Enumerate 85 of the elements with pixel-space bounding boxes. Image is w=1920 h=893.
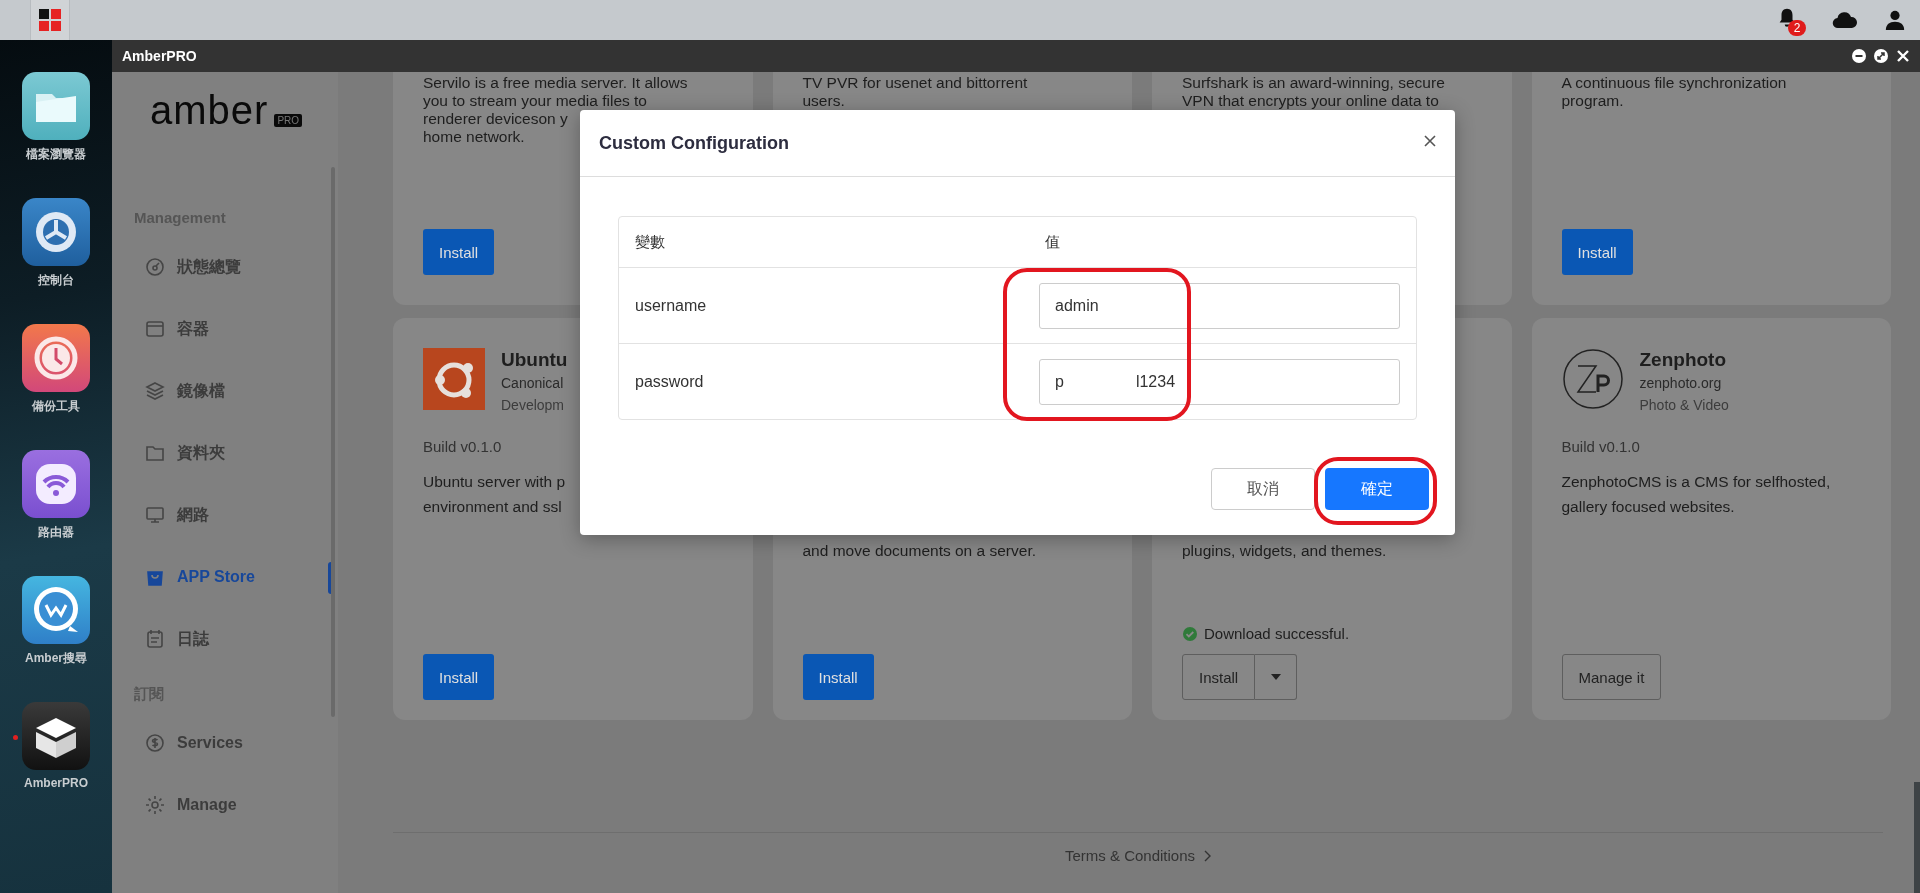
dock-app[interactable]: 路由器: [0, 450, 112, 541]
layers-icon: [145, 381, 165, 401]
minimize-icon: [1852, 49, 1866, 63]
description-line: home network.: [423, 128, 525, 146]
notification-badge: 2: [1788, 20, 1806, 36]
description-line: gallery focused websites.: [1561, 497, 1735, 517]
description-line: and move documents on a server.: [802, 541, 1036, 561]
dock-app[interactable]: 檔案瀏覽器: [0, 72, 112, 163]
dialog-title: Custom Configuration: [599, 132, 789, 154]
cancel-button[interactable]: 取消: [1211, 468, 1315, 510]
variable-name: username: [634, 296, 708, 315]
app-logo-icon: [423, 348, 485, 410]
description-line: you to stream your media files to: [423, 92, 647, 110]
dollar-icon: [145, 733, 165, 753]
close-icon: [1424, 135, 1436, 147]
description-line: plugins, widgets, and themes.: [1182, 541, 1387, 561]
build-version: Build v0.1.0: [1561, 438, 1641, 455]
notifications-button[interactable]: 2: [1776, 7, 1806, 37]
dock-app[interactable]: AmberPRO: [0, 702, 112, 790]
chevron-right-icon: [1203, 849, 1212, 862]
manage-button[interactable]: Manage it: [1561, 654, 1662, 700]
confirm-button[interactable]: 確定: [1325, 468, 1429, 510]
install-button[interactable]: Install: [802, 654, 874, 700]
description-line: Servilo is a free media server. It allows: [423, 74, 688, 92]
column-header: 值: [1044, 232, 1061, 252]
sidebar-item[interactable]: Services: [112, 712, 338, 774]
description-line: A continuous file synchronization: [1561, 74, 1787, 92]
app-publisher: Canonical: [501, 374, 565, 393]
cloud-icon: [1832, 10, 1858, 30]
app-publisher: zenphoto.org: [1639, 374, 1723, 393]
user-button[interactable]: [1884, 9, 1906, 31]
user-icon: [1884, 9, 1906, 31]
inbox-icon: [145, 319, 165, 339]
dock-app[interactable]: 備份工具: [0, 324, 112, 415]
build-version: Build v0.1.0: [423, 438, 503, 455]
sidebar-item[interactable]: 日誌: [112, 608, 338, 670]
app-category: Photo & Video: [1639, 396, 1729, 415]
description-line: Ubuntu server with p: [423, 472, 566, 492]
download-status: Download successful.: [1204, 625, 1350, 642]
caret-icon: [1270, 674, 1281, 680]
terms-link[interactable]: Terms & Conditions: [1064, 847, 1212, 864]
restore-button[interactable]: [1874, 49, 1888, 63]
notepad-icon: [145, 629, 165, 649]
restore-icon: [1874, 49, 1888, 63]
install-button[interactable]: Install: [423, 229, 495, 275]
window-title: AmberPRO: [122, 48, 197, 64]
sidebar-item[interactable]: Manage: [112, 774, 338, 836]
column-header: 變數: [634, 232, 666, 252]
description-line: users.: [802, 92, 845, 110]
description-line: VPN that encrypts your online data to: [1182, 92, 1439, 110]
minimize-button[interactable]: [1852, 49, 1866, 63]
app-grid-icon: [39, 9, 61, 31]
sidebar-item[interactable]: 鏡像檔: [112, 360, 338, 422]
description-line: environment and ssl: [423, 497, 562, 517]
close-button[interactable]: [1424, 135, 1436, 147]
description-line: renderer deviceson y: [423, 110, 568, 128]
app-category: Developm: [501, 396, 566, 415]
description-line: Surfshark is an award-winning, secure: [1182, 74, 1445, 92]
sidebar-item[interactable]: 資料夾: [112, 422, 338, 484]
install-button[interactable]: Install: [1561, 229, 1633, 275]
monitor-icon: [145, 505, 165, 525]
app-logo-icon: [1561, 348, 1624, 410]
description-line: ZenphotoCMS is a CMS for selfhosted,: [1561, 472, 1831, 492]
close-icon: [1896, 49, 1910, 63]
sidebar-item[interactable]: 狀態總覽: [112, 236, 338, 298]
value-field[interactable]: admin: [1039, 282, 1400, 329]
folder-icon: [145, 443, 165, 463]
app-menu-button[interactable]: [30, 0, 70, 40]
app-name: Zenphoto: [1639, 348, 1728, 372]
cloud-button[interactable]: [1832, 10, 1858, 30]
install-button[interactable]: Install: [1182, 654, 1256, 700]
dock-app[interactable]: 控制台: [0, 198, 112, 289]
dock-app[interactable]: Amber搜尋: [0, 576, 112, 667]
check-circle-icon: [1182, 625, 1198, 642]
install-button[interactable]: Install: [423, 654, 495, 700]
description-line: program.: [1561, 92, 1624, 110]
app-name: Ubuntu: [501, 348, 568, 372]
gauge-icon: [145, 257, 165, 277]
description-line: TV PVR for usenet and bittorrent: [802, 74, 1028, 92]
logo-badge: PRO: [274, 114, 303, 127]
sidebar-item[interactable]: 容器: [112, 298, 338, 360]
logo-wordmark: amber: [150, 90, 269, 130]
sidebar-item[interactable]: 網路: [112, 484, 338, 546]
value-field[interactable]: p l1234: [1039, 358, 1400, 405]
variable-name: password: [634, 372, 705, 391]
